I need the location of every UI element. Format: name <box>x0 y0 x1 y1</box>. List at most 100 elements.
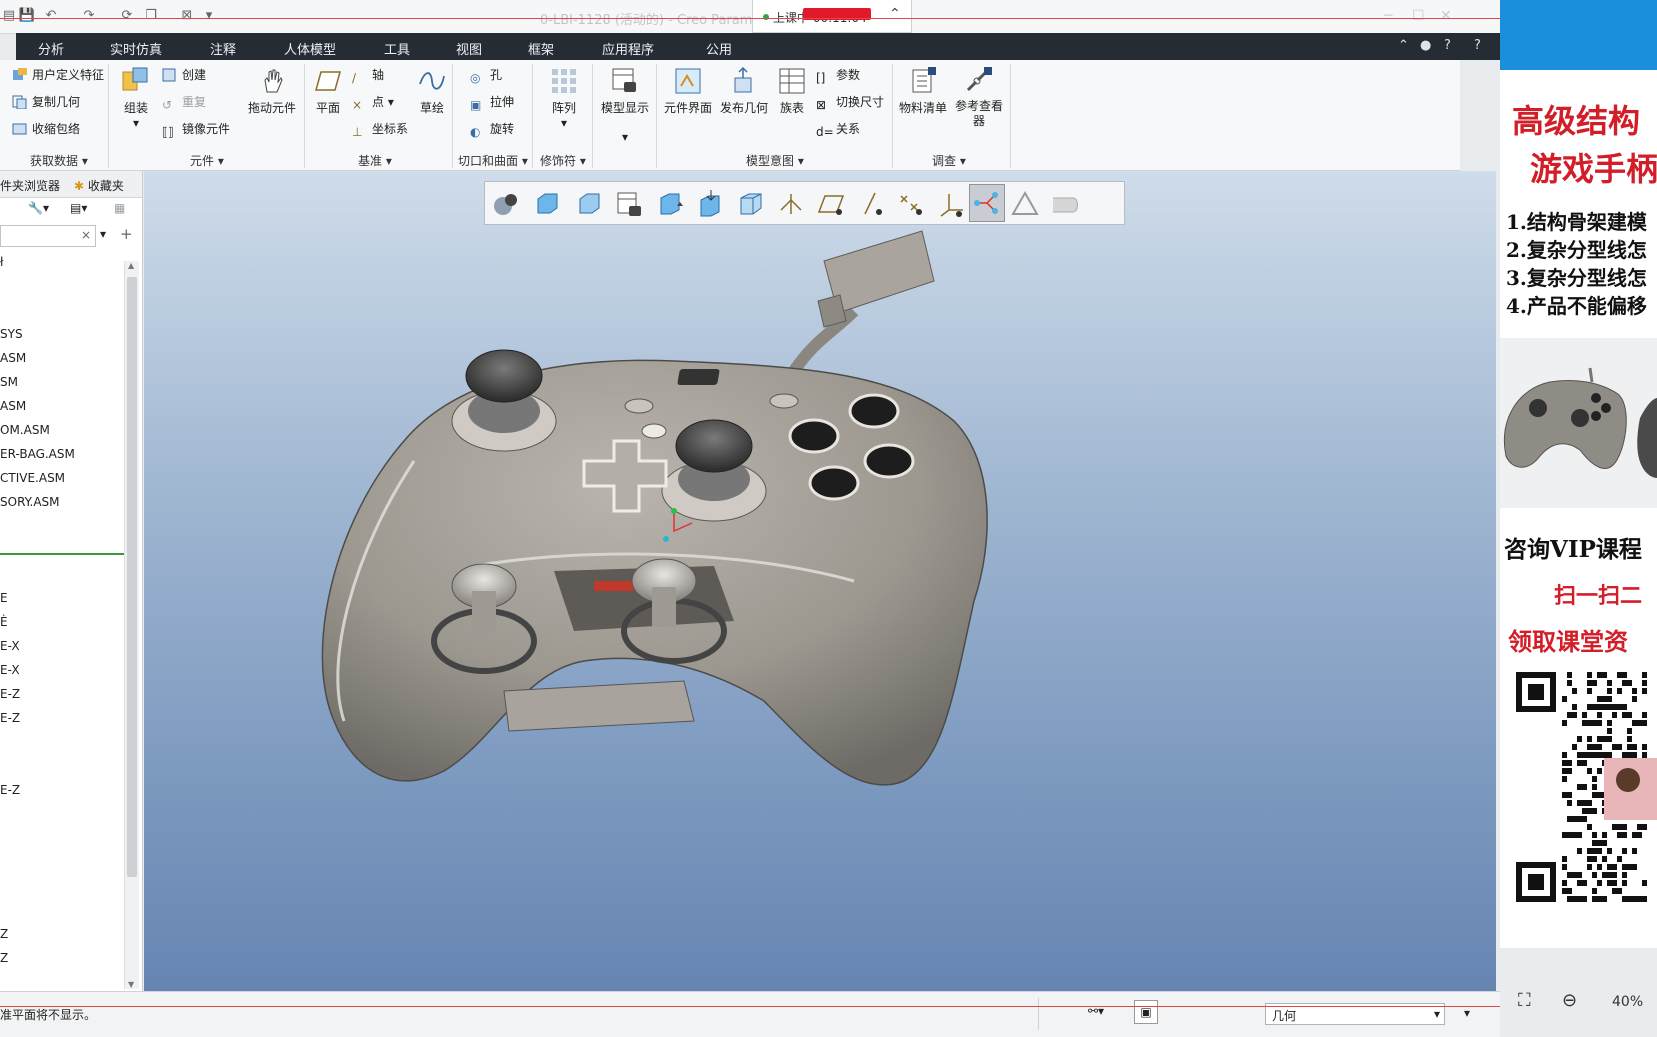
search-dropdown-icon[interactable]: ▾ <box>100 227 106 241</box>
minimize-icon[interactable]: ─ <box>1384 8 1392 24</box>
group-model-intent[interactable]: 模型意图 ▾ <box>746 152 804 169</box>
tree-item[interactable]: ł <box>0 255 3 269</box>
fit-screen-icon[interactable]: ⛶ <box>1518 990 1531 1011</box>
group-datum[interactable]: 基准 ▾ <box>358 152 392 169</box>
sketch-button[interactable]: 草绘 <box>414 66 450 116</box>
resize-handle-icon[interactable]: ▾ <box>1464 1006 1470 1020</box>
selection-buffer-icon[interactable]: ▣ <box>1134 1000 1158 1024</box>
gamepad-3d-model[interactable] <box>294 221 1054 821</box>
perspective-icon[interactable] <box>697 190 725 218</box>
tree-item[interactable]: È <box>0 615 8 629</box>
point-display-icon[interactable] <box>897 190 925 218</box>
plane-button[interactable]: 平面 <box>310 66 346 116</box>
tree-item[interactable]: E-X <box>0 639 20 653</box>
family-table-button[interactable]: 族表 <box>774 66 810 116</box>
create-button[interactable]: 创建 <box>162 66 206 83</box>
tab-folder-browser[interactable]: 件夹浏览器 <box>0 177 60 194</box>
menu-public[interactable]: 公用 <box>706 39 732 58</box>
tree-item[interactable]: Z <box>0 951 8 965</box>
add-icon[interactable]: + <box>120 225 133 243</box>
tree-item[interactable]: SM <box>0 375 18 389</box>
undo-icon[interactable]: ↶ <box>42 8 60 24</box>
copy-geometry-button[interactable]: 复制几何 <box>12 93 80 110</box>
component-interface-button[interactable]: 元件界面 <box>662 66 714 116</box>
zoom-out-icon[interactable] <box>575 190 603 218</box>
group-investigate[interactable]: 调查 ▾ <box>932 152 966 169</box>
menu-annotate[interactable]: 注释 <box>210 39 236 58</box>
bom-button[interactable]: 物料清单 <box>898 66 948 116</box>
saved-orientations-icon[interactable] <box>615 190 643 218</box>
appearance-icon[interactable] <box>1051 190 1079 218</box>
menu-live-simulation[interactable]: 实时仿真 <box>110 39 162 58</box>
tree-item[interactable]: ASM <box>0 351 26 365</box>
axis-button[interactable]: / 轴 <box>352 66 384 85</box>
tree-item[interactable]: E <box>0 591 8 605</box>
revolve-button[interactable]: ◐ 旋转 <box>470 120 514 139</box>
menu-human-model[interactable]: 人体模型 <box>284 39 336 58</box>
model-display-dropdown-icon[interactable]: ▾ <box>598 130 652 144</box>
tree-scrollbar[interactable]: ▲ ▼ <box>124 261 139 989</box>
tree-item[interactable]: ER-BAG.ASM <box>0 447 75 461</box>
plane-display-icon[interactable] <box>817 190 845 218</box>
menu-framework[interactable]: 框架 <box>528 39 554 58</box>
filter-icon[interactable]: ▦ <box>114 201 125 215</box>
tab-favorites[interactable]: ✱ 收藏夹 <box>74 177 124 194</box>
clear-icon[interactable]: × <box>81 228 91 242</box>
refit-icon[interactable] <box>491 190 519 218</box>
model-display-button[interactable]: 模型显示 ▾ <box>598 66 652 144</box>
shrinkwrap-button[interactable]: 收缩包络 <box>12 120 80 137</box>
recording-indicator[interactable]: 上课中 00:11:04 ⌃ <box>752 0 912 33</box>
show-icon[interactable]: ▤▾ <box>70 201 87 215</box>
point-button[interactable]: × 点 ▾ <box>352 93 394 112</box>
extrude-button[interactable]: ▣ 拉伸 <box>470 93 514 112</box>
chevron-down-icon[interactable]: ▾ <box>1434 1007 1440 1021</box>
scroll-down-icon[interactable]: ▼ <box>128 980 134 989</box>
parameters-button[interactable]: [] 参数 <box>816 66 860 85</box>
csys-button[interactable]: ⊥ 坐标系 <box>352 120 408 139</box>
close-icon[interactable]: ✕ <box>1440 8 1452 24</box>
repeat-button[interactable]: ↺ 重复 <box>162 93 206 112</box>
regenerate-icon[interactable]: ⟳ <box>118 8 136 24</box>
axis-display-icon[interactable] <box>857 190 885 218</box>
scrollbar-thumb[interactable] <box>127 277 137 877</box>
tree-item[interactable]: Z <box>0 927 8 941</box>
pattern-dropdown-icon[interactable]: ▾ <box>546 116 582 130</box>
group-components[interactable]: 元件 ▾ <box>190 152 224 169</box>
maximize-icon[interactable]: ☐ <box>1412 8 1425 24</box>
close-window-icon[interactable]: ⊠ <box>178 8 196 24</box>
graphics-viewport[interactable] <box>144 171 1496 991</box>
assemble-dropdown-icon[interactable]: ▾ <box>118 116 154 130</box>
reference-viewer-button[interactable]: 参考查看器 <box>952 66 1006 129</box>
window-help-button[interactable]: ? <box>1474 38 1481 53</box>
menu-tools[interactable]: 工具 <box>384 39 410 58</box>
user-defined-feature-button[interactable]: 用户定义特征 <box>12 66 104 83</box>
search-input[interactable]: × <box>0 225 96 247</box>
redo-icon[interactable]: ↷ <box>80 8 98 24</box>
pattern-button[interactable]: 阵列 ▾ <box>546 66 582 130</box>
group-cut-surface[interactable]: 切口和曲面 ▾ <box>458 152 528 169</box>
collapse-ribbon-icon[interactable]: ⌃ <box>1398 38 1409 53</box>
tree-item[interactable]: ASM <box>0 399 26 413</box>
publish-geometry-button[interactable]: 发布几何 <box>718 66 770 116</box>
menu-analysis[interactable]: 分析 <box>38 39 64 58</box>
tree-item[interactable]: E-Z <box>0 711 20 725</box>
menu-view[interactable]: 视图 <box>456 39 482 58</box>
menu-applications[interactable]: 应用程序 <box>602 39 654 58</box>
annotation-display-icon[interactable] <box>1011 190 1039 218</box>
tree-item[interactable]: CTIVE.ASM <box>0 471 65 485</box>
group-modifiers[interactable]: 修饰符 ▾ <box>540 152 586 169</box>
tree-item[interactable]: SYS <box>0 327 23 341</box>
windows-icon[interactable]: ❐ <box>142 8 160 24</box>
customize-toolbar-icon[interactable]: ▾ <box>200 8 218 24</box>
display-style-icon[interactable] <box>737 190 765 218</box>
mirror-component-button[interactable]: ⟦⟧ 镜像元件 <box>162 120 230 139</box>
tree-item[interactable]: E-Z <box>0 783 20 797</box>
view-manager-icon[interactable] <box>657 190 685 218</box>
chevron-up-icon[interactable]: ⌃ <box>889 6 901 22</box>
tree-item[interactable]: E-X <box>0 663 20 677</box>
settings-icon[interactable]: 🔧▾ <box>28 201 49 215</box>
zoom-in-icon[interactable] <box>533 190 561 218</box>
save-icon[interactable]: 💾 <box>18 8 36 24</box>
csys-display-icon[interactable] <box>937 190 965 218</box>
tree-item[interactable]: SORY.ASM <box>0 495 60 509</box>
